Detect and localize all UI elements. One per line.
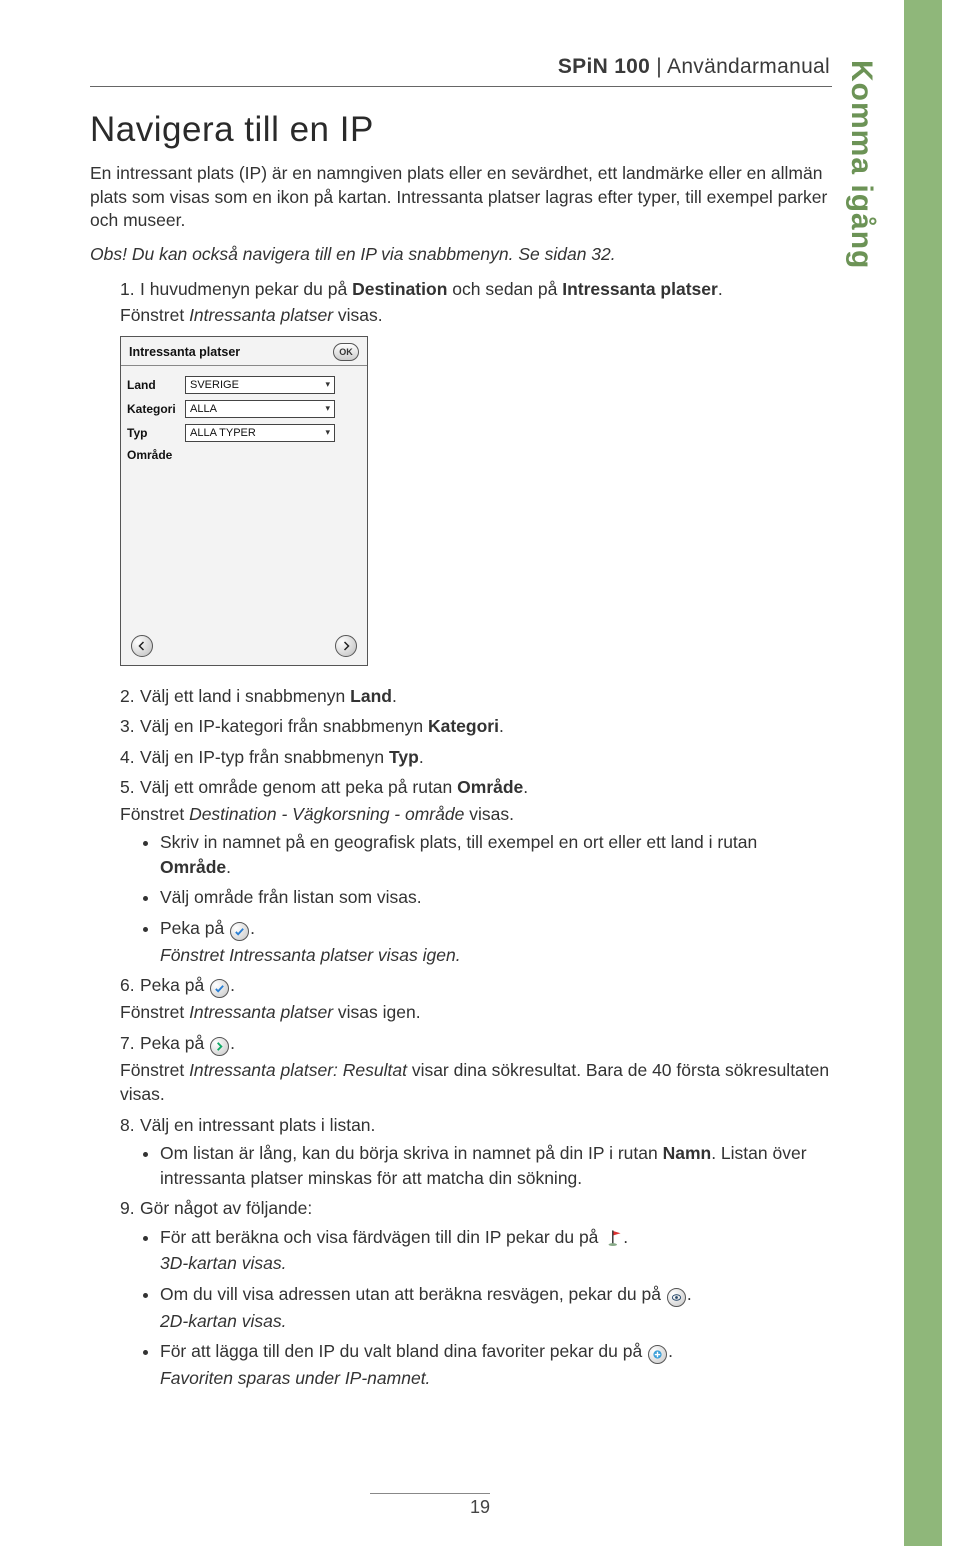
device-screenshot: Intressanta platser OK Land SVERIGE▾ Kat… — [120, 336, 368, 666]
product-name: SPiN 100 — [558, 55, 650, 78]
doc-type: Användarmanual — [667, 55, 830, 78]
step-5-bullet-2: Välj område från listan som visas. — [160, 885, 830, 910]
step-2: 2.Välj ett land i snabbmenyn Land. — [120, 684, 830, 709]
footer-rule — [370, 1493, 490, 1494]
note-body: Du kan också navigera till en IP via sna… — [127, 244, 616, 264]
section-tab: Komma igång — [844, 60, 878, 269]
label-kategori: Kategori — [127, 402, 185, 416]
step-9-bullet-2: Om du vill visa adressen utan att beräkn… — [160, 1282, 830, 1334]
dropdown-land[interactable]: SVERIGE▾ — [185, 376, 335, 394]
row-typ: Typ ALLA TYPER▾ — [127, 424, 361, 442]
step-8-bullet-1: Om listan är lång, kan du börja skriva i… — [160, 1141, 830, 1190]
row-land: Land SVERIGE▾ — [127, 376, 361, 394]
intro-paragraph: En intressant plats (IP) är en namngiven… — [90, 162, 830, 233]
step-6: 6.Peka på . Fönstret Intressanta platser… — [120, 973, 830, 1025]
step-5: 5.Välj ett område genom att peka på ruta… — [120, 775, 830, 967]
page-title: Navigera till en IP — [90, 110, 830, 150]
check-icon[interactable] — [210, 979, 229, 998]
ok-button[interactable]: OK — [333, 343, 359, 361]
step-8: 8.Välj en intressant plats i listan. Om … — [120, 1113, 830, 1191]
eye-icon[interactable] — [667, 1288, 686, 1307]
right-color-bar — [904, 0, 942, 1546]
row-kategori: Kategori ALLA▾ — [127, 400, 361, 418]
device-title: Intressanta platser — [129, 345, 240, 359]
dropdown-typ[interactable]: ALLA TYPER▾ — [185, 424, 335, 442]
step-5-bullet-3: Peka på . Fönstret Intressanta platser v… — [160, 916, 830, 968]
step-3: 3.Välj en IP-kategori från snabbmenyn Ka… — [120, 714, 830, 739]
row-omrade: Område — [127, 448, 361, 462]
label-typ: Typ — [127, 426, 185, 440]
step-9: 9.Gör något av följande: För att beräkna… — [120, 1196, 830, 1391]
check-icon[interactable] — [230, 922, 249, 941]
header-rule — [90, 86, 832, 87]
flag-3d-icon[interactable] — [604, 1228, 622, 1246]
step-7: 7.Peka på . Fönstret Intressanta platser… — [120, 1031, 830, 1107]
page-number: 19 — [470, 1497, 490, 1518]
back-arrow-icon[interactable] — [131, 635, 153, 657]
step-4: 4.Välj en IP-typ från snabbmenyn Typ. — [120, 745, 830, 770]
forward-arrow-icon[interactable] — [210, 1037, 229, 1056]
note-prefix: Obs! — [90, 244, 127, 264]
step-1: 1.I huvudmenyn pekar du på Destination o… — [120, 277, 830, 328]
dropdown-kategori[interactable]: ALLA▾ — [185, 400, 335, 418]
step-5-bullet-1: Skriv in namnet på en geografisk plats, … — [160, 830, 830, 879]
label-land: Land — [127, 378, 185, 392]
note-paragraph: Obs! Du kan också navigera till en IP vi… — [90, 243, 830, 267]
label-omrade: Område — [127, 448, 185, 462]
step-9-bullet-3: För att lägga till den IP du valt bland … — [160, 1339, 830, 1391]
document-header: SPiN 100 | Användarmanual — [558, 55, 830, 79]
add-favorite-icon[interactable] — [648, 1345, 667, 1364]
forward-arrow-icon[interactable] — [335, 635, 357, 657]
step-9-bullet-1: För att beräkna och visa färdvägen till … — [160, 1225, 830, 1276]
